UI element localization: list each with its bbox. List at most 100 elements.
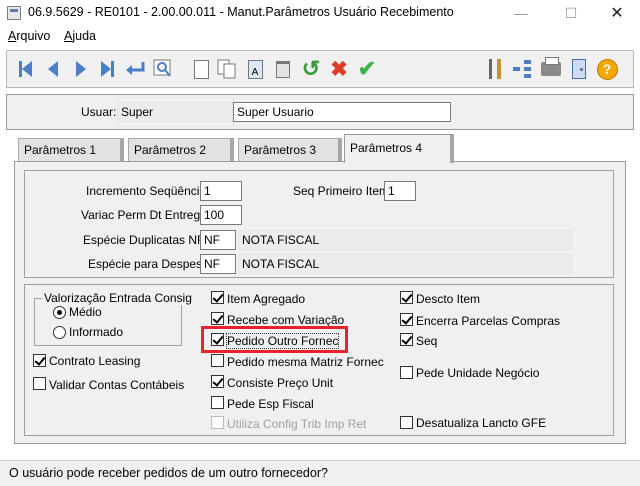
- print-button[interactable]: [539, 57, 563, 81]
- edit-button[interactable]: A: [243, 57, 267, 81]
- checkbox-pedido-mesma-matriz[interactable]: [211, 354, 224, 367]
- close-button[interactable]: ✕: [594, 0, 640, 26]
- goto-icon: [126, 62, 145, 75]
- new-icon: [193, 59, 209, 79]
- incremento-input[interactable]: 1: [200, 181, 242, 201]
- menu-arquivo[interactable]: Arquivo: [8, 29, 50, 43]
- previous-record-button[interactable]: [41, 57, 65, 81]
- next-record-button[interactable]: [69, 57, 93, 81]
- label-seq[interactable]: Seq: [416, 334, 437, 348]
- minimize-button[interactable]: —: [498, 0, 544, 26]
- copy-button[interactable]: [215, 57, 239, 81]
- search-button[interactable]: [151, 57, 175, 81]
- cancel-icon: ✖: [330, 57, 348, 81]
- goto-button[interactable]: [123, 57, 147, 81]
- radio-medio[interactable]: [53, 306, 66, 319]
- checkbox-desatualiza-lancto[interactable]: [400, 416, 413, 429]
- status-text: O usuário pode receber pedidos de um out…: [9, 466, 328, 480]
- checkbox-seq[interactable]: [400, 333, 413, 346]
- window-title: 06.9.5629 - RE0101 - 2.00.00.011 - Manut…: [28, 5, 454, 19]
- label-recebe-variacao[interactable]: Recebe com Variação: [227, 313, 344, 327]
- previous-icon: [48, 61, 58, 77]
- label-item-agregado[interactable]: Item Agregado: [227, 292, 305, 306]
- new-button[interactable]: [189, 57, 213, 81]
- seq-primeiro-input[interactable]: 1: [384, 181, 416, 201]
- label-pede-unidade-negocio[interactable]: Pede Unidade Negócio: [416, 366, 539, 380]
- first-icon: [18, 61, 32, 77]
- label-descto-item[interactable]: Descto Item: [416, 292, 480, 306]
- user-name-field[interactable]: Super Usuario: [233, 102, 451, 122]
- next-icon: [76, 61, 86, 77]
- exit-button[interactable]: [567, 57, 591, 81]
- variac-input[interactable]: 100: [200, 205, 242, 225]
- status-bar: O usuário pode receber pedidos de um out…: [0, 460, 640, 486]
- save-button[interactable]: ✔: [355, 57, 379, 81]
- radio-informado-label[interactable]: Informado: [69, 325, 123, 339]
- checkbox-consiste-preco[interactable]: [211, 375, 224, 388]
- label-pedido-mesma-matriz[interactable]: Pedido mesma Matriz Fornec: [227, 355, 384, 369]
- tree-button[interactable]: [511, 57, 535, 81]
- help-icon: ?: [596, 58, 618, 80]
- tree-icon: [513, 60, 533, 78]
- label-encerra-parcelas[interactable]: Encerra Parcelas Compras: [416, 314, 560, 328]
- checkbox-item-agregado[interactable]: [211, 291, 224, 304]
- incremento-label: Incremento Seqüência:: [86, 184, 210, 198]
- help-button[interactable]: ?: [595, 57, 619, 81]
- especie-dup-label: Espécie Duplicatas NFF:: [83, 233, 216, 247]
- tools-button[interactable]: [483, 57, 507, 81]
- seq-primeiro-label: Seq Primeiro Item:: [293, 184, 393, 198]
- valorizacao-title: Valorização Entrada Consig: [42, 291, 194, 305]
- tab-parametros-3[interactable]: Parâmetros 3: [238, 138, 342, 162]
- app-icon[interactable]: [7, 6, 21, 20]
- tab-parametros-1[interactable]: Parâmetros 1: [18, 138, 124, 162]
- menu-ajuda[interactable]: Ajuda: [64, 29, 96, 43]
- delete-button[interactable]: [271, 57, 295, 81]
- first-record-button[interactable]: [13, 57, 37, 81]
- cancel-button[interactable]: ✖: [327, 57, 351, 81]
- label-pede-esp-fiscal[interactable]: Pede Esp Fiscal: [227, 397, 314, 411]
- toolbar: A ↺ ✖ ✔ ?: [6, 50, 634, 88]
- checkbox-encerra-parcelas[interactable]: [400, 313, 413, 326]
- checkbox-recebe-variacao[interactable]: [211, 312, 224, 325]
- especie-desp-desc-field: NOTA FISCAL: [238, 254, 572, 274]
- title-bar: 06.9.5629 - RE0101 - 2.00.00.011 - Manut…: [0, 0, 640, 26]
- user-label: Usuar:: [81, 105, 117, 119]
- label-utiliza-config-trib: Utiliza Config Trib Imp Ret: [227, 417, 367, 431]
- label-consiste-preco[interactable]: Consiste Preço Unit: [227, 376, 333, 390]
- label-validar-contas[interactable]: Validar Contas Contábeis: [49, 378, 184, 392]
- last-icon: [100, 61, 114, 77]
- highlight-box: [201, 326, 348, 353]
- label-contrato-leasing[interactable]: Contrato Leasing: [49, 354, 140, 368]
- checkbox-contrato-leasing[interactable]: [33, 354, 46, 367]
- checkbox-utiliza-config-trib: [211, 416, 224, 429]
- especie-desp-label: Espécie para Despesas:: [88, 257, 219, 271]
- undo-button[interactable]: ↺: [299, 57, 323, 81]
- especie-dup-desc-field: NOTA FISCAL: [238, 230, 572, 250]
- exit-icon: [572, 59, 586, 79]
- radio-informado[interactable]: [53, 326, 66, 339]
- delete-icon: [276, 60, 290, 78]
- tools-icon: [486, 59, 504, 79]
- especie-dup-code-input[interactable]: NF: [200, 230, 236, 250]
- checkbox-pede-unidade-negocio[interactable]: [400, 366, 413, 379]
- variac-label: Variac Perm Dt Entrega:: [81, 208, 211, 222]
- save-icon: ✔: [357, 56, 377, 81]
- last-record-button[interactable]: [95, 57, 119, 81]
- search-icon: [153, 59, 171, 77]
- user-code-field: Super: [117, 102, 233, 122]
- menu-bar: Arquivo Ajuda: [0, 26, 640, 46]
- checkbox-descto-item[interactable]: [400, 291, 413, 304]
- tab-parametros-4[interactable]: Parâmetros 4: [344, 134, 454, 163]
- especie-desp-code-input[interactable]: NF: [200, 254, 236, 274]
- edit-icon: A: [247, 59, 263, 79]
- user-header-frame: Usuar: Super Super Usuario: [6, 94, 634, 130]
- tab-parametros-2[interactable]: Parâmetros 2: [128, 138, 234, 162]
- checkbox-pede-esp-fiscal[interactable]: [211, 396, 224, 409]
- maximize-button[interactable]: ☐: [548, 0, 594, 26]
- print-icon: [541, 57, 561, 76]
- radio-medio-label[interactable]: Médio: [69, 305, 102, 319]
- label-desatualiza-lancto[interactable]: Desatualiza Lancto GFE: [416, 416, 546, 430]
- checkbox-validar-contas[interactable]: [33, 377, 46, 390]
- copy-icon: [217, 59, 236, 79]
- undo-icon: ↺: [301, 56, 321, 81]
